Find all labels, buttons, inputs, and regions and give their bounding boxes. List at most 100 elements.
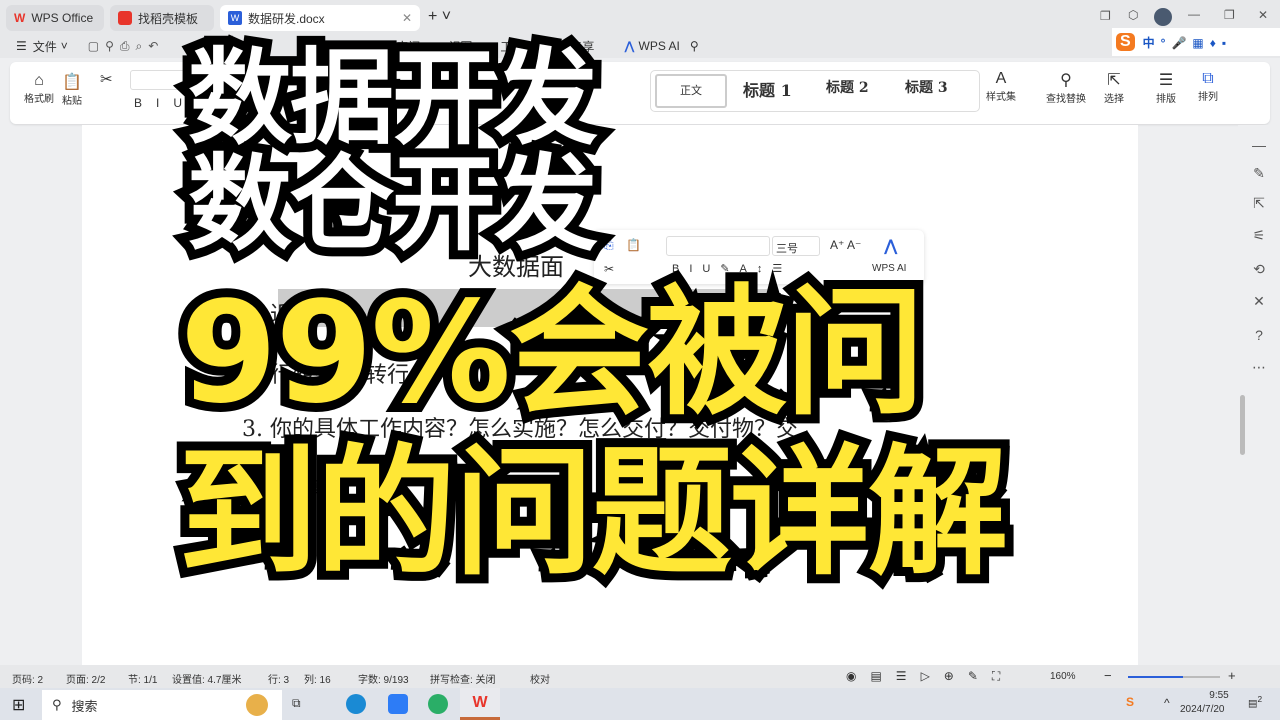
docer-icon [118,11,132,25]
style-gallery: 正文 标题 1 标题 2 标题 3 [650,70,980,112]
style-icon: A [995,70,1007,87]
tab-document[interactable]: W 数据研发.docx ✕ [220,5,420,31]
arrange-button[interactable]: ⧉ 排列 [1198,70,1218,103]
overlay-title-line2: 数仓开发 [179,143,607,265]
sogou-icon: S [1116,33,1135,51]
status-proof[interactable]: 校对 [530,671,550,686]
search-highlight-icon [246,694,268,716]
status-row: 行: 3 [268,675,290,686]
restore-icon[interactable]: ❐ [1224,8,1235,22]
tab-label: 找稻壳模板 [138,11,199,26]
label: 查找替换 [1046,94,1086,105]
select-button[interactable]: ⇱ 选择 [1104,70,1124,105]
translate-icon[interactable]: ⟲ [1250,261,1268,279]
window-icon[interactable]: ❐ [1100,9,1111,23]
style-heading-1[interactable]: 标题 1 [743,77,792,101]
paste-icon[interactable]: 📋 [626,238,641,252]
sogou-tray-icon[interactable]: S [1126,695,1134,709]
wechat-icon[interactable] [428,694,448,714]
ime-toolbar[interactable]: S 中°🎤▦♦▪ [1112,28,1280,56]
menu-wps-ai[interactable]: WPS AI [639,39,680,53]
status-page-num: 页码: 2 [12,675,44,686]
quick-access-icons[interactable]: ▢⚲⎙⌕↶ [88,39,165,54]
style-heading-3[interactable]: 标题 3 [905,77,948,97]
more-icon[interactable]: ⋯ [1250,359,1268,377]
status-section: 节: 1/1 [128,675,158,686]
paste-button[interactable]: 📋 粘贴 [62,72,82,107]
close-icon[interactable]: ✕ [402,11,412,25]
font-select[interactable] [666,236,770,256]
cursor-icon[interactable]: ⇱ [1250,195,1268,213]
arrange-icon: ⧉ [1202,70,1214,87]
right-sidebar: — ✎ ⇱ ⚟ ⟲ ✕ ? ⋯ [1238,125,1280,665]
close-window-icon[interactable]: ✕ [1258,8,1268,22]
label: 格式刷 [24,94,54,105]
status-spell[interactable]: 拼写检查: 关闭 [430,671,496,686]
new-tab-icon[interactable]: + ˅ [428,8,451,26]
avatar[interactable] [1154,8,1172,26]
minimize-icon[interactable]: — [1188,7,1200,21]
tray-chevron-icon[interactable]: ^ [1164,696,1170,710]
clock-time[interactable]: 9:55 [1196,690,1242,701]
search-label: 搜索 [71,698,98,714]
status-setting: 设置值: 4.7厘米 [172,675,242,686]
status-words[interactable]: 字数: 9/193 [358,671,409,686]
tab-wps-office[interactable]: W WPS Office [6,5,104,31]
taskbar-search[interactable]: ⚲ 搜索 [42,690,282,720]
view-mode-icons[interactable]: ◉▤☰▷⊕✎⛶ [846,669,1014,684]
overlay-title-line3: 99%会被问 [171,272,934,435]
tools-icon[interactable]: ✕ [1250,293,1268,311]
notification-icon[interactable]: ▤2 [1248,694,1262,709]
task-view-icon[interactable]: ⧉ [292,696,301,711]
menu-file[interactable]: 文件 [33,38,57,55]
taskbar: ⊞ ⚲ 搜索 ⧉ W S ^ 9:55 2024/7/20 ▤2 [0,688,1280,720]
status-col: 列: 16 [304,675,331,686]
edge-icon[interactable] [346,694,366,714]
zoom-out-icon[interactable]: − [1104,668,1112,683]
overlay-title-line1: 数据开发 [179,37,607,159]
style-set-button[interactable]: A 样式集 [986,70,1016,103]
font-size-select[interactable]: 三号 [772,236,820,256]
label: 排列 [1198,92,1218,103]
ime-tools-icons[interactable]: 中°🎤▦♦▪ [1143,34,1232,51]
cut-icon[interactable]: ✂ [100,70,113,88]
search-icon[interactable]: ⚲ [690,39,699,53]
help-icon[interactable]: ? [1250,327,1268,345]
style-normal[interactable]: 正文 [655,74,727,108]
label: 选择 [1104,94,1124,105]
search-icon: ⚲ [1060,72,1072,89]
collapse-icon[interactable]: — [1250,137,1268,155]
menu-icon[interactable]: ☰ [16,39,27,53]
notification-count: 2 [1257,694,1263,704]
zoom-level[interactable]: 160% [1050,671,1076,682]
edit-icon[interactable]: ✎ [1250,165,1268,183]
tab-label: 数据研发.docx [248,11,325,26]
format-buttons[interactable]: BIU [134,96,196,110]
feishu-icon[interactable] [388,694,408,714]
font-grow-icon[interactable]: A⁺ A⁻ [830,238,861,252]
label: 粘贴 [62,96,82,107]
cube-icon[interactable]: ⬡ [1128,8,1138,22]
label: 排版 [1156,94,1176,105]
status-pages[interactable]: 页面: 2/2 [66,671,105,686]
format-painter-button[interactable]: ⌂ 格式刷 [24,72,54,105]
label: 样式集 [986,92,1016,103]
zoom-in-icon[interactable]: + [1228,668,1236,683]
copy-icon[interactable]: ⎘ [604,238,614,253]
style-heading-2[interactable]: 标题 2 [826,77,869,97]
search-icon: ⚲ [52,697,62,712]
status-bar: 页码: 2 页面: 2/2 节: 1/1 设置值: 4.7厘米 行: 3 列: … [0,665,1280,688]
overlay-title-line4: 到的问题详解 [169,432,1017,595]
windows-start-icon[interactable]: ⊞ [12,695,25,715]
scrollbar[interactable] [1240,395,1245,455]
tab-docer[interactable]: 找稻壳模板 [110,5,214,31]
settings-sliders-icon[interactable]: ⚟ [1250,227,1268,245]
cursor-icon: ⇱ [1107,72,1121,89]
wps-taskbar-icon[interactable]: W [460,688,500,720]
clipboard-icon: 📋 [62,74,82,91]
zoom-slider[interactable] [1128,676,1220,678]
clock-date[interactable]: 2024/7/20 [1180,704,1225,715]
layout-button[interactable]: ☰ 排版 [1156,70,1176,105]
layout-icon: ☰ [1158,72,1174,89]
find-replace-button[interactable]: ⚲ 查找替换 [1046,70,1086,105]
